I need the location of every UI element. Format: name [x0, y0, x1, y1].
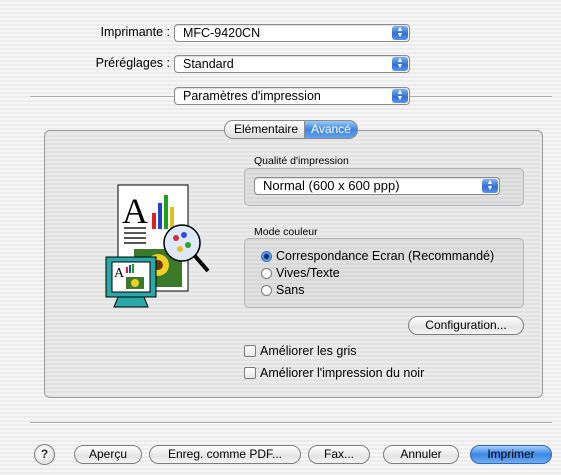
header-separator-left [30, 96, 174, 98]
checkbox-ameliorer-noir[interactable]: Améliorer l'impression du noir [244, 366, 424, 380]
tab-bar: Elémentaire Avancé [224, 120, 358, 139]
radio-correspondance-ecran[interactable]: Correspondance Ecran (Recommandé) [261, 249, 494, 263]
quality-label: Qualité d'impression [254, 155, 349, 167]
printer-label: Imprimante : [100, 25, 170, 39]
radio-label: Correspondance Ecran (Recommandé) [276, 249, 495, 263]
radio-label: Vives/Texte [276, 266, 340, 280]
presets-popup-value: Standard [183, 57, 234, 71]
printer-preview-illustration: A A [105, 184, 210, 308]
color-mode-label: Mode couleur [254, 226, 318, 238]
printer-popup[interactable]: MFC-9420CN ▲ ▼ [174, 24, 410, 42]
section-popup-value: Paramètres d'impression [183, 89, 321, 103]
radio-selected-icon [261, 250, 272, 262]
printer-popup-value: MFC-9420CN [183, 26, 261, 40]
checkbox-label: Améliorer l'impression du noir [260, 366, 425, 380]
fax-button[interactable]: Fax... [308, 445, 370, 464]
radio-vives-texte[interactable]: Vives/Texte [261, 266, 340, 280]
header-separator-right [410, 96, 552, 98]
popup-arrows-icon: ▲ ▼ [392, 26, 408, 40]
radio-unselected-icon [261, 267, 272, 279]
tab-avance[interactable]: Avancé [305, 120, 358, 139]
save-pdf-button[interactable]: Enreg. comme PDF... [149, 445, 301, 464]
popup-arrows-icon: ▲ ▼ [482, 179, 498, 193]
quality-popup[interactable]: Normal (600 x 600 ppp) ▲ ▼ [254, 177, 500, 195]
svg-text:A: A [114, 266, 125, 281]
configuration-button[interactable]: Configuration... [408, 316, 524, 335]
popup-arrows-icon: ▲ ▼ [392, 89, 408, 103]
help-button[interactable]: ? [34, 444, 55, 465]
tab-elementaire[interactable]: Elémentaire [224, 120, 306, 139]
popup-arrows-icon: ▲ ▼ [392, 57, 408, 71]
quality-popup-value: Normal (600 x 600 ppp) [263, 178, 400, 193]
radio-unselected-icon [261, 284, 272, 296]
svg-text:A: A [122, 191, 148, 231]
preview-button[interactable]: Aperçu [74, 445, 142, 464]
section-popup[interactable]: Paramètres d'impression ▲ ▼ [174, 87, 410, 105]
checkbox-icon [244, 367, 256, 379]
checkbox-label: Améliorer les gris [260, 344, 357, 358]
presets-label: Préréglages : [95, 56, 170, 70]
presets-popup[interactable]: Standard ▲ ▼ [174, 55, 410, 73]
footer-separator [30, 422, 552, 424]
checkbox-icon [244, 345, 256, 357]
radio-sans[interactable]: Sans [261, 283, 305, 297]
radio-label: Sans [276, 283, 305, 297]
cancel-button[interactable]: Annuler [383, 445, 459, 464]
print-button[interactable]: Imprimer [470, 445, 552, 464]
checkbox-ameliorer-gris[interactable]: Améliorer les gris [244, 344, 357, 358]
